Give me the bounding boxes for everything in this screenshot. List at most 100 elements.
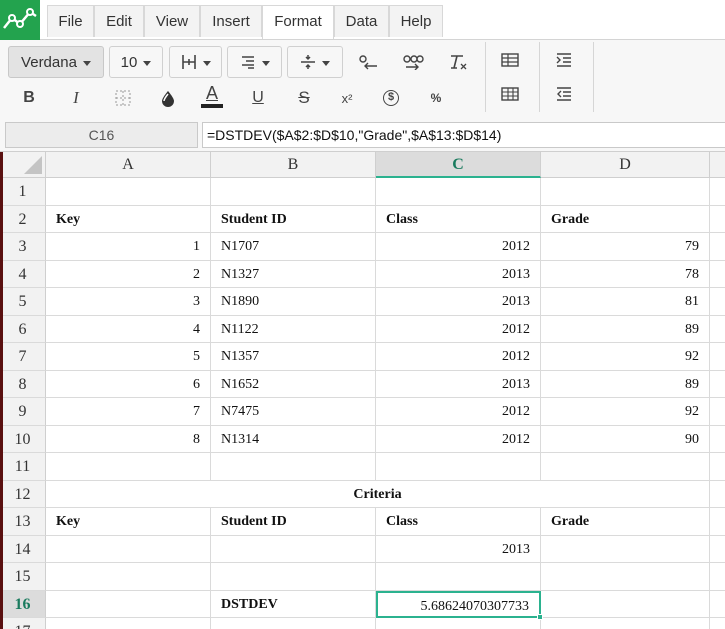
cell-e13[interactable] — [710, 508, 725, 536]
name-box[interactable]: C16 — [5, 122, 198, 148]
font-family-dropdown[interactable]: Verdana — [8, 46, 104, 78]
menu-format[interactable]: Format — [262, 5, 334, 39]
cell-e9[interactable] — [710, 398, 725, 426]
row-header-16[interactable]: 16 — [0, 590, 46, 618]
cell-c7[interactable]: 2012 — [376, 343, 541, 371]
cell-e17[interactable] — [710, 618, 725, 629]
cell-e14[interactable] — [710, 536, 725, 563]
cell-a17[interactable] — [46, 618, 211, 629]
cell-d6[interactable]: 89 — [541, 315, 710, 343]
cell-d2[interactable]: Grade — [541, 205, 710, 233]
cell-c6[interactable]: 2012 — [376, 315, 541, 343]
cell-a4[interactable]: 2 — [46, 260, 211, 288]
cell-b3[interactable]: N1707 — [211, 233, 376, 261]
clear-formatting-button[interactable] — [444, 48, 472, 76]
cell-b7[interactable]: N1357 — [211, 343, 376, 371]
cell-c4[interactable]: 2013 — [376, 260, 541, 288]
cell-b17[interactable] — [211, 618, 376, 629]
cell-b2[interactable]: Student ID — [211, 205, 376, 233]
fill-color-button[interactable] — [154, 84, 182, 112]
cell-d4[interactable]: 78 — [541, 260, 710, 288]
cell-a9[interactable]: 7 — [46, 398, 211, 426]
outdent-button[interactable] — [550, 80, 578, 108]
cell-d10[interactable]: 90 — [541, 425, 710, 453]
fill-handle[interactable] — [537, 614, 543, 620]
menu-edit[interactable]: Edit — [94, 5, 144, 37]
cell-c8[interactable]: 2013 — [376, 370, 541, 398]
cell-a8[interactable]: 6 — [46, 370, 211, 398]
column-header-c[interactable]: C — [376, 152, 541, 178]
currency-button[interactable]: $ — [377, 84, 405, 112]
decrease-decimal-button[interactable] — [354, 48, 382, 76]
cell-b13[interactable]: Student ID — [211, 508, 376, 536]
cell-d13[interactable]: Grade — [541, 508, 710, 536]
cell-b9[interactable]: N7475 — [211, 398, 376, 426]
cell-c2[interactable]: Class — [376, 205, 541, 233]
menu-data[interactable]: Data — [334, 5, 389, 37]
formula-input[interactable]: =DSTDEV($A$2:$D$10,"Grade",$A$13:$D$14) — [202, 122, 725, 148]
vertical-align-dropdown[interactable] — [287, 46, 343, 78]
cell-e11[interactable] — [710, 453, 725, 481]
cell-c14[interactable]: 2013 — [376, 535, 541, 563]
cell-a6[interactable]: 4 — [46, 315, 211, 343]
cell-b16[interactable]: DSTDEV — [211, 590, 376, 618]
row-header-3[interactable]: 3 — [0, 233, 46, 261]
cell-d11[interactable] — [541, 453, 710, 481]
menu-file[interactable]: File — [47, 5, 94, 37]
cell-a3[interactable]: 1 — [46, 233, 211, 261]
cell-b6[interactable]: N1122 — [211, 315, 376, 343]
row-header-17[interactable]: 17 — [0, 618, 46, 629]
cell-d7[interactable]: 92 — [541, 343, 710, 371]
menu-insert[interactable]: Insert — [200, 5, 262, 37]
cell-c5[interactable]: 2013 — [376, 288, 541, 316]
font-size-dropdown[interactable]: 10 — [109, 46, 163, 78]
cell-b1[interactable] — [211, 178, 376, 206]
cell-d17[interactable] — [541, 618, 710, 629]
cell-c10[interactable]: 2012 — [376, 425, 541, 453]
cell-e7[interactable] — [710, 343, 725, 371]
indent-button[interactable] — [550, 46, 578, 74]
row-header-6[interactable]: 6 — [0, 315, 46, 343]
cell-b4[interactable]: N1327 — [211, 260, 376, 288]
cell-e16[interactable] — [710, 591, 725, 618]
cell-d14[interactable] — [541, 535, 710, 563]
cell-d3[interactable]: 79 — [541, 233, 710, 261]
cell-a16[interactable] — [46, 590, 211, 618]
insert-table-button[interactable] — [496, 46, 524, 74]
increase-decimal-button[interactable] — [399, 48, 427, 76]
column-header-b[interactable]: B — [211, 152, 376, 178]
cell-c17[interactable] — [376, 618, 541, 629]
cell-b11[interactable] — [211, 453, 376, 481]
column-header-e[interactable] — [710, 152, 725, 178]
cell-a1[interactable] — [46, 178, 211, 206]
cell-e3[interactable] — [710, 233, 725, 261]
cell-c11[interactable] — [376, 453, 541, 481]
cell-e1[interactable] — [710, 178, 725, 206]
cell-e4[interactable] — [710, 261, 725, 288]
cell-d8[interactable]: 89 — [541, 370, 710, 398]
row-header-11[interactable]: 11 — [0, 453, 46, 481]
merged-cell-criteria[interactable]: Criteria — [46, 480, 710, 508]
row-header-12[interactable]: 12 — [0, 480, 46, 508]
cell-e15[interactable] — [710, 563, 725, 591]
select-all-corner[interactable] — [0, 152, 46, 178]
cell-a11[interactable] — [46, 453, 211, 481]
row-header-2[interactable]: 2 — [0, 205, 46, 233]
row-header-9[interactable]: 9 — [0, 398, 46, 426]
cell-e8[interactable] — [710, 371, 725, 398]
cell-c3[interactable]: 2012 — [376, 233, 541, 261]
cell-b8[interactable]: N1652 — [211, 370, 376, 398]
cell-c1[interactable] — [376, 178, 541, 206]
cell-c16[interactable]: 5.68624070307733 — [376, 590, 541, 618]
row-header-1[interactable]: 1 — [0, 178, 46, 206]
cell-borders-button[interactable] — [109, 84, 137, 112]
cell-d15[interactable] — [541, 563, 710, 591]
cell-c13[interactable]: Class — [376, 508, 541, 536]
cell-d5[interactable]: 81 — [541, 288, 710, 316]
italic-button[interactable]: I — [62, 84, 90, 112]
cell-c15[interactable] — [376, 563, 541, 591]
cell-e6[interactable] — [710, 316, 725, 343]
bold-button[interactable]: B — [15, 84, 43, 112]
cell-e12[interactable] — [710, 481, 725, 508]
row-header-10[interactable]: 10 — [0, 425, 46, 453]
